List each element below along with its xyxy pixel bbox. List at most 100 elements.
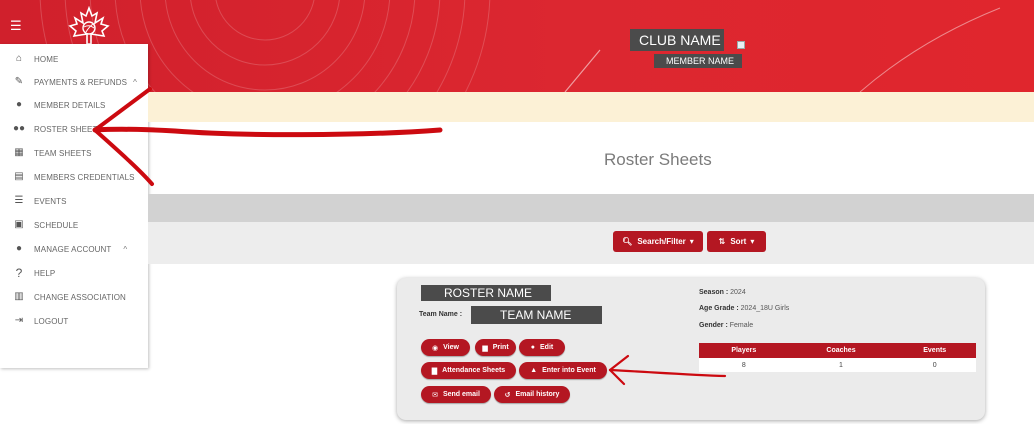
sidebar-item-label: MEMBERS CREDENTIALS (34, 172, 135, 182)
chevron-up-icon: ^ (133, 77, 137, 87)
sidebar-item-label: HOME (34, 54, 59, 64)
edit-icon: ✎ (14, 76, 24, 87)
maple-leaf-logo[interactable] (58, 6, 120, 46)
clipboard-icon: ▣ (14, 219, 24, 230)
attendance-sheets-button[interactable]: ▇ Attendance Sheets (421, 362, 516, 379)
season-value: 2024 (730, 289, 746, 296)
eye-icon: ◉ (432, 344, 439, 352)
toolbar-band: 🔍︎ Search/Filter ▾ ⇅ Sort ▾ (148, 222, 1034, 264)
question-icon: ? (15, 266, 23, 280)
players-count: 8 (699, 358, 789, 372)
season-info: Season : 2024 (699, 289, 746, 296)
search-filter-button[interactable]: 🔍︎ Search/Filter ▾ (613, 231, 703, 252)
send-email-label: Send email (442, 391, 480, 398)
member-name: MEMBER NAME (654, 54, 742, 68)
sidebar-item-schedule[interactable]: ▣ SCHEDULE (0, 213, 148, 237)
sidebar-item-member-details[interactable]: ● MEMBER DETAILS (0, 93, 148, 117)
sidebar-menu: ⌂ HOME ✎ PAYMENTS & REFUNDS ^ ● MEMBER D… (0, 44, 148, 368)
list-icon: ☰ (14, 195, 24, 206)
sidebar-item-help[interactable]: ? HELP (0, 261, 148, 285)
club-logo-image (737, 41, 745, 49)
header-decoration (39, 0, 1001, 92)
sort-button[interactable]: ⇅ Sort ▾ (707, 231, 766, 252)
caret-down-icon: ▾ (750, 237, 755, 246)
gender-value: Female (729, 322, 754, 329)
gender-info: Gender : Female (699, 322, 753, 329)
lock-icon: ▲ (530, 367, 538, 374)
email-history-label: Email history (515, 391, 560, 398)
sidebar-item-change-association[interactable]: ▥ CHANGE ASSOCIATION (0, 285, 148, 309)
sidebar-item-home[interactable]: ⌂ HOME (0, 47, 148, 71)
sidebar-item-team-sheets[interactable]: ▦ TEAM SHEETS (0, 141, 148, 165)
sidebar-item-label: MANAGE ACCOUNT (34, 244, 112, 254)
clipboard-icon: ▇ (431, 367, 438, 375)
age-grade-label: Age Grade : (699, 305, 739, 312)
sidebar-item-label: MEMBER DETAILS (34, 100, 106, 110)
user-edit-icon: ● (530, 344, 535, 351)
building-icon: ▥ (14, 291, 24, 302)
coaches-header: Coaches (788, 343, 894, 358)
roster-card: ROSTER NAME Team Name : TEAM NAME ◉ View… (397, 278, 985, 420)
search-filter-label: Search/Filter (637, 237, 686, 246)
view-button[interactable]: ◉ View (421, 339, 470, 356)
hamburger-menu-icon[interactable]: ☰ (10, 19, 22, 32)
sidebar-item-label: CHANGE ASSOCIATION (34, 292, 126, 302)
age-grade-info: Age Grade : 2024_18U Girls (699, 305, 789, 312)
sidebar-item-label: PAYMENTS & REFUNDS (34, 77, 128, 87)
sidebar-item-label: ROSTER SHEETS (34, 124, 103, 134)
print-icon: ▆ (482, 344, 488, 352)
club-name: CLUB NAME (630, 29, 724, 51)
season-label: Season : (699, 289, 729, 296)
sidebar-item-manage-account[interactable]: ● MANAGE ACCOUNT ^ (0, 237, 148, 261)
print-label: Print (492, 344, 509, 351)
print-button[interactable]: ▆ Print (475, 339, 516, 356)
roster-stats-table: Players Coaches Events 8 1 0 (699, 343, 976, 372)
attendance-sheets-label: Attendance Sheets (442, 367, 506, 374)
email-history-button[interactable]: ↺ Email history (494, 386, 570, 403)
roster-name: ROSTER NAME (421, 285, 551, 301)
sidebar-item-roster-sheets[interactable]: ●● ROSTER SHEETS (0, 117, 148, 141)
sidebar-item-label: HELP (34, 268, 56, 278)
user-icon: ● (15, 99, 23, 110)
sort-label: Sort (730, 237, 747, 246)
coaches-count: 1 (788, 358, 894, 372)
section-divider (148, 194, 1034, 222)
gender-label: Gender : (699, 322, 728, 329)
edit-button[interactable]: ● Edit (519, 339, 565, 356)
send-email-button[interactable]: ✉ Send email (421, 386, 491, 403)
notice-band (148, 92, 1034, 122)
chevron-up-icon: ^ (123, 244, 128, 254)
page-title: Roster Sheets (604, 150, 712, 169)
view-label: View (443, 344, 459, 351)
sidebar-item-label: LOGOUT (34, 316, 69, 326)
top-header: CLUB NAME MEMBER NAME (0, 0, 1034, 92)
id-card-icon: ▤ (14, 171, 24, 182)
search-icon: 🔍︎ (622, 237, 633, 246)
users-icon: ●● (12, 123, 26, 134)
table-row: 8 1 0 (699, 358, 976, 372)
sidebar-item-logout[interactable]: ⇥ LOGOUT (0, 309, 148, 333)
team-name-label: Team Name : (419, 311, 463, 318)
user-icon: ● (15, 243, 23, 254)
home-icon: ⌂ (15, 53, 23, 64)
sidebar-item-members-credentials[interactable]: ▤ MEMBERS CREDENTIALS (0, 165, 148, 189)
events-count: 0 (893, 358, 976, 372)
sidebar-item-label: SCHEDULE (34, 220, 79, 230)
table-header-row: Players Coaches Events (699, 343, 976, 358)
enter-into-event-label: Enter into Event (542, 367, 596, 374)
events-header: Events (893, 343, 976, 358)
logout-icon: ⇥ (14, 315, 24, 326)
envelope-icon: ✉ (432, 391, 438, 399)
sort-icon: ⇅ (718, 237, 726, 246)
age-grade-value: 2024_18U Girls (740, 305, 790, 312)
sidebar-item-label: EVENTS (34, 196, 67, 206)
caret-down-icon: ▾ (689, 237, 694, 246)
sidebar-item-payments-refunds[interactable]: ✎ PAYMENTS & REFUNDS ^ (0, 70, 148, 94)
calendar-icon: ▦ (14, 147, 24, 158)
history-icon: ↺ (504, 391, 511, 399)
team-name: TEAM NAME (471, 306, 602, 324)
edit-label: Edit (540, 344, 554, 351)
enter-into-event-button[interactable]: ▲ Enter into Event (519, 362, 607, 379)
sidebar-item-label: TEAM SHEETS (34, 148, 92, 158)
sidebar-item-events[interactable]: ☰ EVENTS (0, 189, 148, 213)
